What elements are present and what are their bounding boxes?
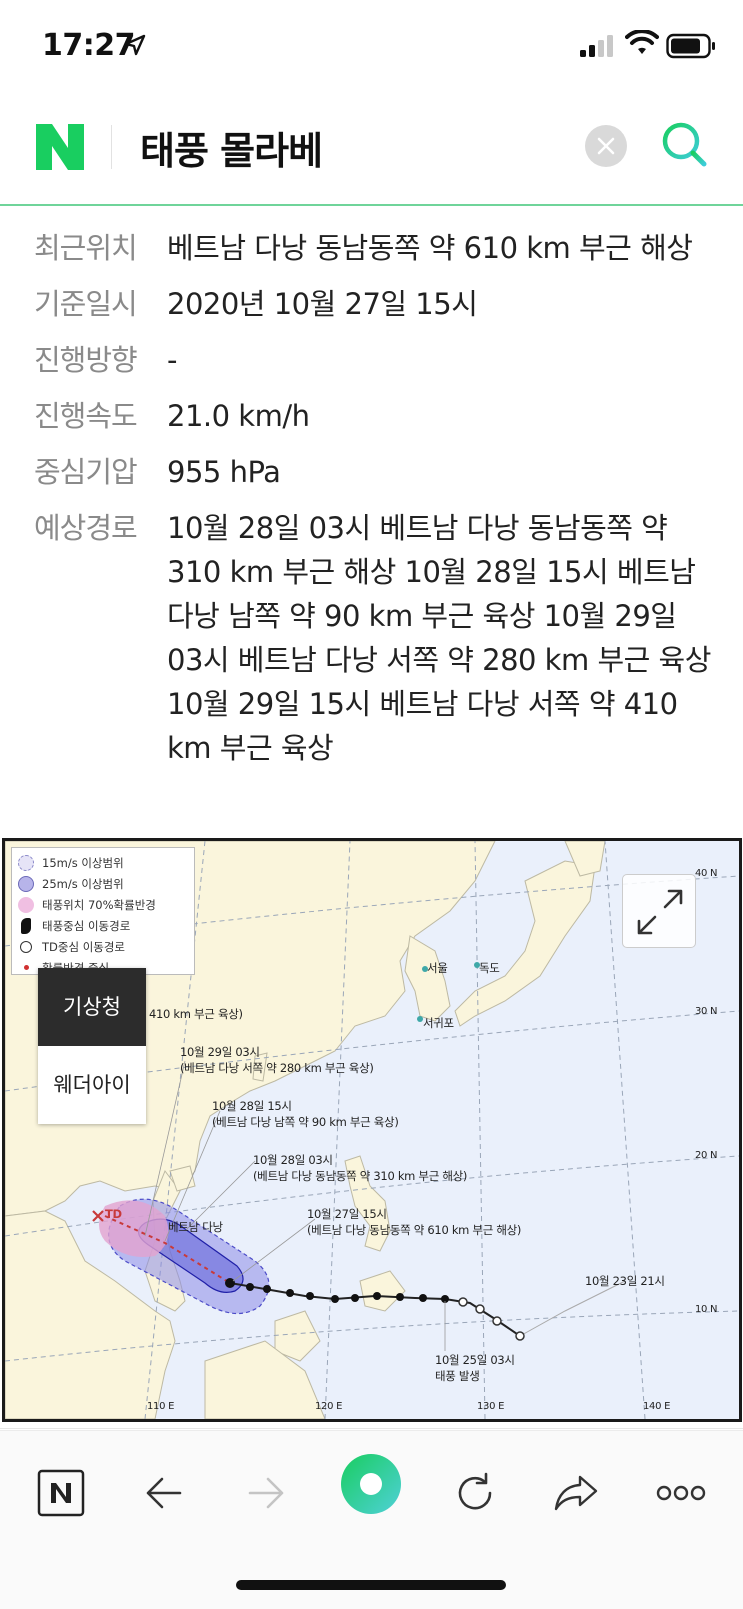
refresh-icon[interactable]	[452, 1469, 498, 1517]
legend-swatch-15ms	[18, 854, 34, 871]
legend-swatch-70pct	[18, 896, 34, 913]
home-indicator[interactable]	[236, 1580, 506, 1590]
map-label: (베트남 다낭 남쪽 약 90 km 부근 육상)	[212, 1115, 399, 1129]
forward-arrow-icon[interactable]	[244, 1469, 288, 1517]
map-lat-label: 40 N	[695, 868, 718, 879]
map-label-td: TD	[105, 1207, 122, 1221]
info-row-location: 최근위치 베트남 다낭 동남동쪽 약 610 km 부근 해상	[34, 226, 714, 270]
map-label-city: 서귀포	[423, 1016, 454, 1030]
map-label: 410 km 부근 육상)	[149, 1007, 243, 1021]
typhoon-symbol-icon	[21, 917, 31, 934]
map-label-city: 서울	[427, 961, 448, 975]
legend-item: 태풍중심 이동경로	[18, 915, 188, 936]
info-value: 베트남 다낭 동남동쪽 약 610 km 부근 해상	[167, 231, 693, 265]
back-arrow-icon[interactable]	[142, 1469, 186, 1517]
map-lat-label: 30 N	[695, 1006, 718, 1017]
map-label: 10월 28일 15시	[212, 1099, 292, 1113]
typhoon-info-list: 최근위치 베트남 다낭 동남동쪽 약 610 km 부근 해상 기준일시 202…	[34, 226, 714, 782]
map-label-city: 독도	[479, 961, 500, 975]
map-lon-label: 110 E	[147, 1401, 175, 1412]
info-row-speed: 진행속도 21.0 km/h	[34, 394, 714, 438]
info-row-datetime: 기준일시 2020년 10월 27일 15시	[34, 282, 714, 326]
cellular-signal-icon	[580, 35, 613, 57]
battery-icon	[666, 33, 715, 59]
map-legend: 15m/s 이상범위 25m/s 이상범위 태풍위치 70%확률반경 태풍중심 …	[11, 847, 195, 975]
expand-icon	[637, 889, 683, 935]
info-value: -	[167, 343, 177, 377]
more-options-icon[interactable]	[656, 1469, 706, 1517]
map-lon-label: 130 E	[477, 1401, 505, 1412]
info-value: 955 hPa	[167, 455, 281, 489]
wifi-icon	[625, 30, 659, 54]
map-label: 10월 29일 03시	[180, 1045, 260, 1059]
status-bar: 17:27	[0, 0, 743, 90]
map-expand-button[interactable]	[622, 874, 696, 948]
status-time: 17:27	[42, 28, 136, 63]
location-arrow-icon	[124, 34, 146, 56]
source-tab-weatheri[interactable]: 웨더아이	[38, 1046, 146, 1124]
map-lat-label: 20 N	[695, 1150, 718, 1161]
map-label: 10월 27일 15시	[307, 1207, 387, 1221]
legend-item: 태풍위치 70%확률반경	[18, 894, 188, 915]
source-tab-kma[interactable]: 기상청	[38, 968, 146, 1046]
info-key: 진행방향	[34, 343, 138, 377]
legend-item: TD중심 이동경로	[18, 936, 188, 957]
search-icon[interactable]	[660, 120, 710, 170]
info-row-direction: 진행방향 -	[34, 338, 714, 382]
clear-button[interactable]	[585, 125, 627, 167]
legend-swatch-25ms	[18, 875, 34, 892]
map-lat-label: 10 N	[695, 1304, 718, 1315]
info-row-forecast-path: 예상경로 10월 28일 03시 베트남 다낭 동남동쪽 약 310 km 부근…	[34, 506, 714, 770]
map-label: 10월 28일 03시	[253, 1153, 333, 1167]
map-lon-label: 140 E	[643, 1401, 671, 1412]
info-key: 최근위치	[34, 231, 138, 265]
map-label: (베트남 다낭 서쪽 약 280 km 부근 육상)	[180, 1061, 374, 1075]
info-key: 진행속도	[34, 399, 138, 433]
map-label: (베트남 다낭 동남동쪽 약 610 km 부근 해상)	[307, 1223, 522, 1237]
legend-item: 25m/s 이상범위	[18, 873, 188, 894]
search-header: 태풍 몰라베	[0, 100, 743, 206]
info-value: 21.0 km/h	[167, 399, 310, 433]
naver-home-icon[interactable]	[37, 1469, 85, 1517]
map-label: 태풍 발생	[435, 1369, 480, 1383]
map-lon-label: 120 E	[315, 1401, 343, 1412]
map-label-danang: 베트남 다낭	[168, 1220, 223, 1234]
info-key: 중심기압	[34, 455, 138, 489]
info-value: 2020년 10월 27일 15시	[167, 287, 478, 321]
close-icon	[597, 137, 615, 155]
green-dot-menu-icon[interactable]	[340, 1453, 402, 1515]
info-key: 기준일시	[34, 287, 138, 321]
map-label: (베트남 다낭 동남동쪽 약 310 km 부근 해상)	[253, 1169, 468, 1183]
typhoon-track-map[interactable]: 15m/s 이상범위 25m/s 이상범위 태풍위치 70%확률반경 태풍중심 …	[2, 838, 742, 1422]
prob-center-dot-icon	[24, 965, 29, 970]
info-value: 10월 28일 03시 베트남 다낭 동남동쪽 약 310 km 부근 해상 1…	[167, 511, 711, 765]
info-key: 예상경로	[34, 511, 138, 545]
naver-logo-icon[interactable]	[36, 124, 84, 170]
info-row-pressure: 중심기압 955 hPa	[34, 450, 714, 494]
td-symbol-icon	[20, 940, 32, 953]
content-divider	[0, 1428, 743, 1429]
map-label: 10월 23일 21시	[585, 1274, 665, 1288]
search-query[interactable]: 태풍 몰라베	[140, 120, 323, 175]
legend-item: 15m/s 이상범위	[18, 852, 188, 873]
map-label: 10월 25일 03시	[435, 1353, 515, 1367]
header-divider	[111, 125, 112, 169]
forecast-source-menu: 기상청 웨더아이	[38, 968, 146, 1124]
share-icon[interactable]	[552, 1469, 600, 1517]
